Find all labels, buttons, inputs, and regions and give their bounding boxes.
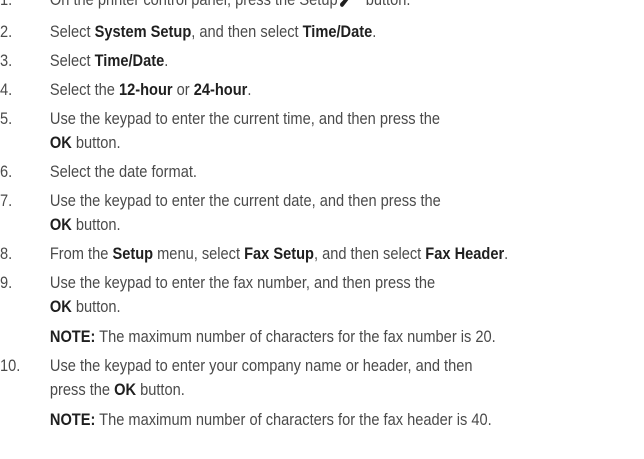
emphasized-term: OK	[114, 380, 137, 399]
step-text: Select the	[49, 80, 119, 99]
step-number: 4.	[0, 80, 13, 99]
step-body: Use the keypad to enter the current date…	[50, 189, 554, 237]
list-item: 8. From the Setup menu, select Fax Setup,…	[0, 242, 554, 266]
step-text: Select	[49, 51, 95, 70]
step-number: 10.	[0, 356, 21, 375]
emphasized-term: OK	[49, 215, 72, 234]
step-text: From the	[49, 244, 113, 263]
step-body: Select System Setup, and then select Tim…	[50, 20, 554, 44]
instruction-list: 1.On the printer control panel, press th…	[0, 0, 554, 437]
step-text: Use the keypad to enter the current date…	[49, 191, 441, 210]
step-text: .	[247, 80, 252, 99]
emphasized-term: Fax Header	[425, 244, 505, 263]
emphasized-term: OK	[49, 297, 72, 316]
list-item: 5. Use the keypad to enter the current ti…	[0, 107, 554, 155]
step-text: The maximum number of characters for the…	[95, 410, 492, 429]
step-text: Use the keypad to enter your company nam…	[49, 356, 473, 375]
emphasized-term: Time/Date	[302, 22, 373, 41]
step-body: Use the keypad to enter the fax number, …	[50, 271, 554, 349]
step-text: button.	[71, 215, 121, 234]
emphasized-term: NOTE:	[49, 327, 96, 346]
list-item: 1.On the printer control panel, press th…	[0, 0, 554, 15]
emphasized-term: System Setup	[94, 22, 192, 41]
step-text: .	[372, 22, 377, 41]
step-number: 8.	[0, 244, 13, 263]
step-body: Select the 12-hour or 24-hour.	[50, 78, 554, 102]
step-text: or	[172, 80, 194, 99]
list-item: 9. Use the keypad to enter the fax number…	[0, 271, 554, 349]
step-number: 2.	[0, 22, 13, 41]
step-text: The maximum number of characters for the…	[95, 327, 496, 346]
step-text: button.	[71, 297, 121, 316]
emphasized-term: 24-hour	[193, 80, 248, 99]
step-text: Use the keypad to enter the current time…	[49, 109, 440, 128]
step-text: press the	[49, 380, 115, 399]
step-body: Select Time/Date.	[50, 49, 554, 73]
step-text: button.	[71, 133, 121, 152]
step-body: Select the date format.	[50, 160, 554, 184]
emphasized-term: Fax Setup	[244, 244, 314, 263]
list-item: 2. Select System Setup, and then select T…	[0, 20, 554, 44]
step-body: From the Setup menu, select Fax Setup, a…	[50, 242, 554, 266]
step-body: On the printer control panel, press the …	[50, 0, 554, 15]
list-item: 6. Select the date format.	[0, 160, 554, 184]
step-text: , and then select	[191, 22, 303, 41]
step-text: Select	[49, 22, 95, 41]
step-number: 6.	[0, 162, 13, 181]
wrench-icon	[338, 0, 359, 15]
note: NOTE: The maximum number of characters f…	[50, 408, 554, 432]
list-item: 3. Select Time/Date.	[0, 49, 554, 73]
step-text: .	[504, 244, 509, 263]
step-text: button.	[362, 0, 411, 9]
step-text: Select the date format.	[49, 162, 197, 181]
step-text: menu, select	[153, 244, 245, 263]
step-number: 5.	[0, 109, 13, 128]
emphasized-term: OK	[49, 133, 72, 152]
emphasized-term: NOTE:	[49, 410, 96, 429]
step-number: 9.	[0, 273, 13, 292]
step-text: .	[164, 51, 169, 70]
note: NOTE: The maximum number of characters f…	[50, 325, 554, 349]
step-text: , and then select	[313, 244, 426, 263]
step-body: Use the keypad to enter the current time…	[50, 107, 554, 155]
emphasized-term: Time/Date	[94, 51, 165, 70]
emphasized-term: Setup	[112, 244, 154, 263]
step-number: 1.	[0, 0, 50, 15]
list-item: 7. Use the keypad to enter the current da…	[0, 189, 554, 237]
step-number: 7.	[0, 191, 13, 210]
step-text: On the printer control panel, press the …	[50, 0, 338, 9]
step-number: 3.	[0, 51, 13, 70]
step-body: Use the keypad to enter your company nam…	[50, 354, 554, 432]
list-item: 4. Select the 12-hour or 24-hour.	[0, 78, 554, 102]
step-text: Use the keypad to enter the fax number, …	[49, 273, 436, 292]
step-text: button.	[136, 380, 185, 399]
emphasized-term: 12-hour	[118, 80, 173, 99]
list-item: 10. Use the keypad to enter your company …	[0, 354, 554, 432]
